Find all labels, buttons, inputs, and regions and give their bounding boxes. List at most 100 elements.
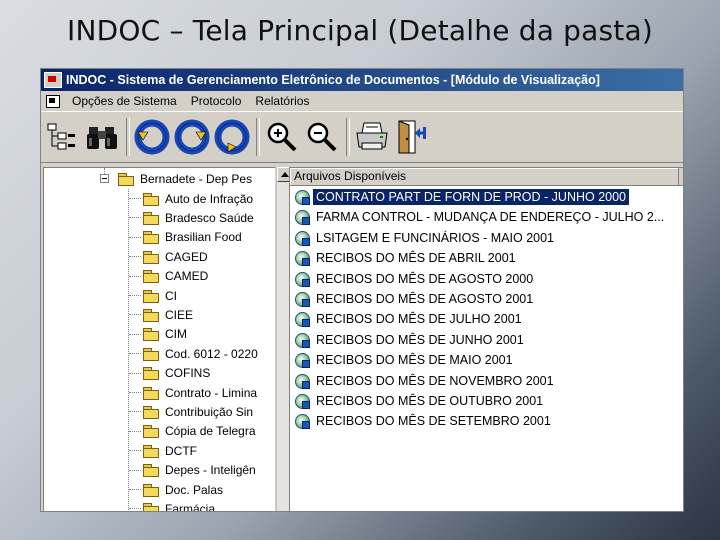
- tree-item-label: CAGED: [165, 249, 208, 264]
- rotate-right-button[interactable]: [173, 117, 211, 157]
- document-globe-icon: [294, 332, 310, 348]
- document-globe-icon: [294, 352, 310, 369]
- app-logo-icon: [44, 72, 62, 88]
- tree-connector: [129, 236, 141, 238]
- tree-connector: [129, 508, 141, 510]
- file-list-item[interactable]: RECIBOS DO MÊS DE ABRIL 2001: [290, 248, 519, 268]
- tree-item[interactable]: Contrato - Limina: [143, 383, 259, 402]
- column-arquivos-disponiveis[interactable]: Arquivos Disponíveis: [290, 168, 679, 185]
- rotate-left-button[interactable]: [133, 117, 171, 157]
- tree-connector: [129, 353, 141, 355]
- document-globe-icon: [294, 209, 310, 226]
- tree-item[interactable]: COFINS: [143, 364, 212, 383]
- file-name: LSITAGEM E FUNCINÁRIOS - MAIO 2001: [316, 230, 555, 245]
- tree-item-label: Cod. 6012 - 0220: [165, 346, 258, 361]
- file-list-item[interactable]: RECIBOS DO MÊS DE JUNHO 2001: [290, 330, 527, 350]
- tree-connector: [129, 295, 141, 296]
- file-list-item[interactable]: RECIBOS DO MÊS DE AGOSTO 2000: [290, 269, 536, 289]
- system-menu-icon[interactable]: [45, 94, 61, 108]
- tree-connector: [129, 411, 141, 413]
- tree-item[interactable]: CAMED: [143, 267, 210, 286]
- file-list-item[interactable]: FARMA CONTROL - MUDANÇA DE ENDEREÇO - JU…: [290, 207, 667, 227]
- menu-protocolo[interactable]: Protocolo: [184, 94, 249, 108]
- folder-icon: [143, 367, 159, 381]
- search-button[interactable]: [83, 117, 121, 157]
- tree-item[interactable]: CI: [143, 286, 179, 305]
- tree-item[interactable]: CIM: [143, 325, 189, 344]
- folder-icon: [143, 386, 159, 400]
- tree-item[interactable]: Brasilian Food: [143, 228, 244, 247]
- tree-item[interactable]: CAGED: [143, 247, 210, 266]
- tree-item[interactable]: Cod. 6012 - 0220: [143, 344, 260, 363]
- zoom-in-button[interactable]: [263, 117, 301, 157]
- tree-connector: [129, 275, 141, 277]
- tree-item-label: CIEE: [165, 307, 194, 322]
- document-globe-icon: [294, 311, 310, 328]
- tree-item-label: Contrato - Limina: [165, 385, 258, 400]
- folder-icon: [143, 270, 159, 284]
- binoculars-icon: [87, 127, 117, 149]
- folder-icon: [143, 192, 159, 206]
- tree-view-button[interactable]: [43, 117, 81, 157]
- panes: Bernadete - Dep Pes Auto de Infração Brad…: [41, 164, 683, 511]
- tree-connector: [129, 256, 141, 258]
- tree-root[interactable]: Bernadete - Dep Pes: [118, 169, 254, 188]
- file-name: RECIBOS DO MÊS DE JUNHO 2001: [316, 332, 524, 347]
- tree-connector: [129, 198, 141, 199]
- tree-item-label: CAMED: [165, 269, 209, 284]
- window-title: INDOC - Sistema de Gerenciamento Eletrôn…: [66, 73, 600, 87]
- zoom-out-button[interactable]: [303, 117, 341, 157]
- file-name: RECIBOS DO MÊS DE SETEMBRO 2001: [316, 414, 551, 429]
- zoom-in-icon: [267, 122, 297, 152]
- title-bar[interactable]: INDOC - Sistema de Gerenciamento Eletrôn…: [41, 69, 683, 91]
- tree-item[interactable]: Farmácia: [143, 499, 217, 512]
- file-name: RECIBOS DO MÊS DE ABRIL 2001: [316, 251, 516, 266]
- file-list-item[interactable]: RECIBOS DO MÊS DE AGOSTO 2001: [290, 289, 536, 309]
- tree-connector: [129, 469, 141, 471]
- tree-item[interactable]: DCTF: [143, 441, 199, 460]
- tree-connector: [129, 430, 141, 432]
- menu-opcoes-de-sistema[interactable]: Opções de Sistema: [65, 94, 184, 108]
- tree-connector: [129, 333, 141, 335]
- tree-item[interactable]: Contribuição Sin: [143, 402, 255, 421]
- tree-connector: [129, 489, 141, 490]
- tree-item[interactable]: Auto de Infração: [143, 189, 255, 208]
- file-name: RECIBOS DO MÊS DE JULHO 2001: [316, 312, 522, 327]
- file-list-item[interactable]: LSITAGEM E FUNCINÁRIOS - MAIO 2001: [290, 228, 557, 248]
- tree-item-label: CIM: [165, 327, 187, 342]
- file-list-item[interactable]: RECIBOS DO MÊS DE NOVEMBRO 2001: [290, 371, 557, 391]
- tree-item[interactable]: Cópia de Telegra: [143, 422, 258, 441]
- document-globe-icon: [294, 373, 310, 389]
- file-list-item[interactable]: RECIBOS DO MÊS DE OUTUBRO 2001: [290, 391, 546, 411]
- collapse-toggle[interactable]: [100, 174, 109, 183]
- file-list: Arquivos Disponíveis CONTRATO PART DE FO…: [289, 167, 683, 511]
- menu-relatorios[interactable]: Relatórios: [248, 94, 316, 108]
- tree-item-label: Auto de Infração: [165, 191, 254, 206]
- folder-icon: [143, 483, 159, 497]
- tree-connector: [129, 314, 141, 316]
- tree-connector: [129, 372, 141, 374]
- exit-button[interactable]: [393, 117, 431, 157]
- rotate-right-icon: [174, 119, 210, 155]
- file-list-item[interactable]: RECIBOS DO MÊS DE MAIO 2001: [290, 350, 516, 370]
- folder-tree[interactable]: Bernadete - Dep Pes Auto de Infração Brad…: [43, 167, 275, 512]
- rotate-down-button[interactable]: [213, 117, 251, 157]
- tree-item[interactable]: Doc. Palas: [143, 480, 225, 499]
- file-list-item[interactable]: CONTRATO PART DE FORN DE PROD - JUNHO 20…: [290, 187, 631, 207]
- tree-item[interactable]: CIEE: [143, 305, 195, 324]
- document-globe-icon: [294, 230, 310, 246]
- print-button[interactable]: [353, 117, 391, 157]
- tree-item-label: Contribuição Sin: [165, 404, 254, 419]
- folder-icon: [143, 308, 159, 322]
- tree-view-icon: [47, 123, 75, 150]
- file-list-item[interactable]: RECIBOS DO MÊS DE JULHO 2001: [290, 309, 525, 329]
- toolbar-separator: [256, 118, 260, 156]
- exit-door-icon: [398, 120, 426, 154]
- file-list-item[interactable]: RECIBOS DO MÊS DE SETEMBRO 2001: [290, 411, 554, 431]
- tree-item-label: Farmácia: [165, 501, 216, 512]
- document-globe-icon: [294, 393, 310, 409]
- tree-item[interactable]: Depes - Inteligên: [143, 461, 258, 480]
- tree-item[interactable]: Bradesco Saúde: [143, 208, 256, 227]
- folder-icon: [143, 289, 159, 303]
- tree-connector: [129, 392, 141, 393]
